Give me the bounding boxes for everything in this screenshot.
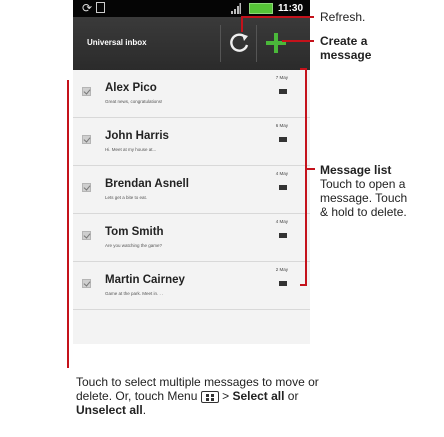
annotation-select: Touch to select multiple messages to mov… xyxy=(76,375,319,417)
message-snippet: Lets get a bite to eat. xyxy=(105,195,148,200)
message-date: 4 May xyxy=(275,219,288,224)
refresh-icon[interactable] xyxy=(229,32,251,54)
list-item[interactable]: Martin Cairney Game at the park. Meet in… xyxy=(73,262,310,310)
sender-name: John Harris xyxy=(105,130,169,142)
signal-icon xyxy=(231,3,241,14)
checkbox-icon[interactable] xyxy=(82,231,91,240)
envelope-icon xyxy=(279,281,287,286)
callout-checkbox-line xyxy=(67,80,69,368)
callout-create-line xyxy=(282,40,314,42)
checkbox-icon[interactable] xyxy=(82,279,91,288)
sender-name: Alex Pico xyxy=(105,82,157,94)
callout-refresh-line xyxy=(241,16,314,18)
menu-key-icon xyxy=(200,390,219,403)
sender-name: Martin Cairney xyxy=(105,274,185,286)
callout-refresh-line xyxy=(241,16,243,32)
callout-list-bracket xyxy=(305,68,307,286)
sd-card-icon xyxy=(96,2,106,13)
envelope-icon xyxy=(279,137,287,142)
checkbox-icon[interactable] xyxy=(82,183,91,192)
list-item[interactable]: Tom Smith Are you watching the game? 4 M… xyxy=(73,214,310,262)
checkbox-icon[interactable] xyxy=(82,135,91,144)
callout-list-bracket xyxy=(300,68,307,70)
envelope-icon xyxy=(279,233,287,238)
sender-name: Brendan Asnell xyxy=(105,178,189,190)
divider xyxy=(220,25,221,62)
message-date: 2 May xyxy=(275,267,288,272)
message-snippet: Game at the park. Meet in. . . xyxy=(105,291,164,296)
compose-icon[interactable] xyxy=(263,30,289,56)
message-list: Alex Pico Great news, congratulations! 7… xyxy=(73,70,310,310)
envelope-icon xyxy=(279,185,287,190)
message-date: 7 May xyxy=(275,75,288,80)
phone-screen: ⟳ 11:30 Universal inbox Alex Pico Great … xyxy=(73,0,310,344)
status-bar: ⟳ 11:30 xyxy=(73,0,310,17)
status-time: 11:30 xyxy=(278,3,304,14)
message-snippet: Hi. Meet at my house at... xyxy=(105,147,157,152)
inbox-title: Universal inbox xyxy=(87,38,147,47)
list-item[interactable]: Alex Pico Great news, congratulations! 7… xyxy=(73,70,310,118)
list-item[interactable]: Brendan Asnell Lets get a bite to eat. 4… xyxy=(73,166,310,214)
annotation-refresh: Refresh. xyxy=(320,10,366,24)
action-bar: Universal inbox xyxy=(73,17,310,70)
sync-icon: ⟳ xyxy=(82,1,93,15)
status-icons: ⟳ xyxy=(82,1,106,15)
annotation-message-list: Message list Touch to open a message. To… xyxy=(320,163,408,219)
sender-name: Tom Smith xyxy=(105,226,164,238)
message-snippet: Great news, congratulations! xyxy=(105,99,163,104)
list-item[interactable]: John Harris Hi. Meet at my house at... 6… xyxy=(73,118,310,166)
envelope-icon xyxy=(279,89,287,94)
message-date: 6 May xyxy=(275,123,288,128)
callout-list-bracket xyxy=(300,284,307,286)
message-snippet: Are you watching the game? xyxy=(105,243,163,248)
message-date: 4 May xyxy=(275,171,288,176)
checkbox-icon[interactable] xyxy=(82,87,91,96)
battery-icon xyxy=(249,3,273,14)
callout-list-line xyxy=(307,168,315,170)
divider xyxy=(256,25,257,62)
annotation-create: Create a message xyxy=(320,34,372,62)
